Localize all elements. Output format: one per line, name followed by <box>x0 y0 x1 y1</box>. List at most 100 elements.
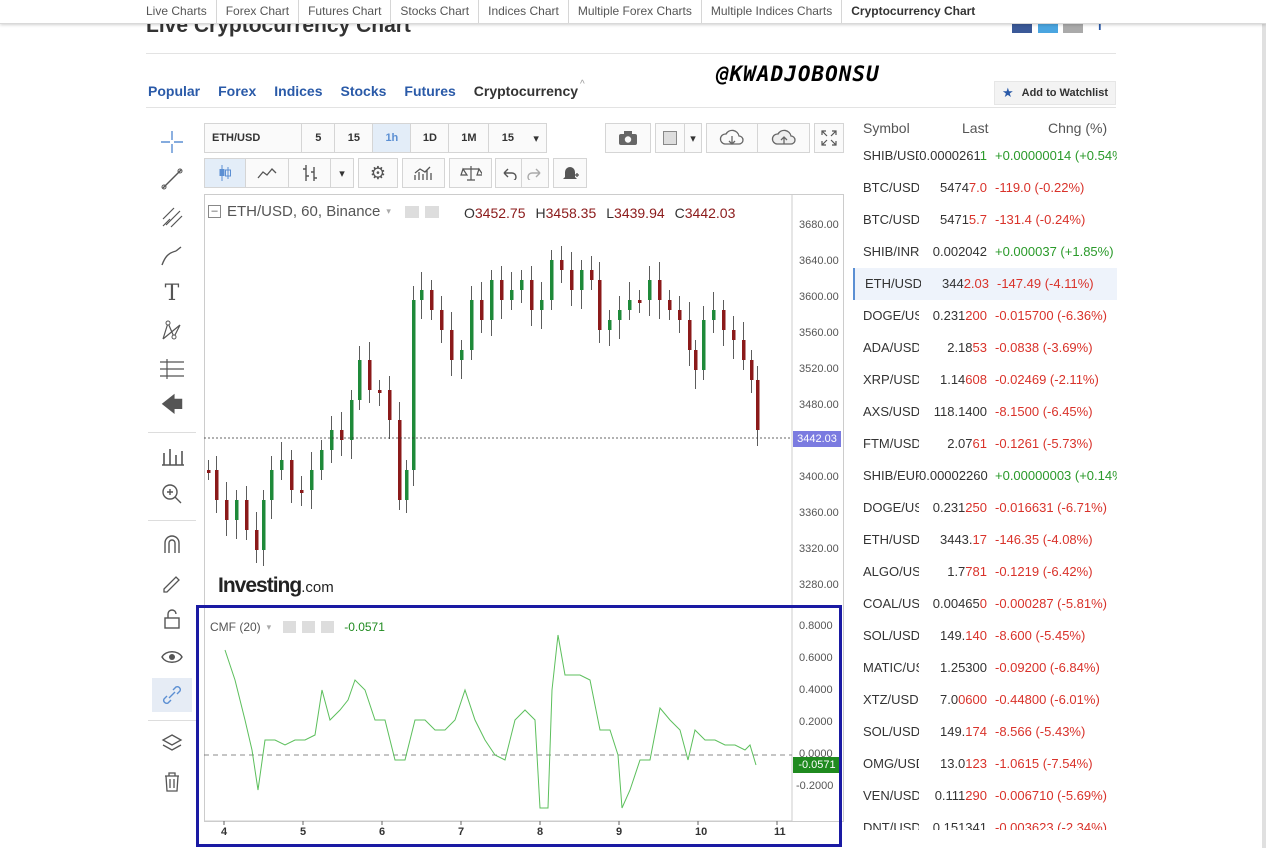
quote-row[interactable]: SHIB/USD 0.00002611 +0.00000014 (+0.54%) <box>853 140 1117 172</box>
candle-body <box>750 360 754 380</box>
quote-last-change-digits: 17 <box>972 532 987 547</box>
candle-body <box>255 530 259 550</box>
quote-change: -0.006710 (-5.69%) <box>995 788 1108 803</box>
quote-row[interactable]: ALGO/USD1.7781-0.1219 (-6.42%) <box>853 556 1117 588</box>
quote-last-main: 13.0 <box>939 756 966 771</box>
candle-body <box>225 500 229 520</box>
quote-last-change-digits: 200 <box>965 308 987 323</box>
quote-row[interactable]: SOL/USD 149.140 -8.600 (-5.45%) <box>853 620 1117 652</box>
candle-body <box>310 470 314 490</box>
close-label: C <box>674 205 685 221</box>
candle-body <box>608 320 612 330</box>
quote-last: 54715.7 <box>919 212 987 227</box>
legend-settings-icon[interactable] <box>424 205 439 218</box>
top-nav-link[interactable]: Cryptocurrency Chart <box>842 0 984 23</box>
candle-body <box>300 490 304 493</box>
candle-body <box>405 470 409 500</box>
low-label: L <box>606 205 615 221</box>
candle-body <box>262 500 266 550</box>
quote-symbol: OMG/USD <box>863 756 919 771</box>
quote-row[interactable]: ADA/USD 2.1853 -0.0838 (-3.69%) <box>853 332 1117 364</box>
quote-row[interactable]: ETH/USD 3443.17 -146.35 (-4.08%) <box>853 524 1117 556</box>
candle-body <box>320 450 324 470</box>
quote-last: 0.002042 <box>919 244 987 259</box>
top-nav-link[interactable]: Multiple Forex Charts <box>569 0 702 23</box>
legend-chevron-down-icon[interactable]: ▾ <box>386 206 391 217</box>
quote-row[interactable]: SHIB/INR 0.002042 +0.000037 (+1.85%) <box>853 236 1117 268</box>
quote-last-main: 2.07 <box>947 436 973 451</box>
quote-change: +0.000037 (+1.85%) <box>995 244 1114 259</box>
quote-row[interactable]: BTC/USD 54747.0 -119.0 (-0.22%) <box>853 172 1117 204</box>
quote-symbol: ADA/USD <box>863 340 919 355</box>
quote-row[interactable]: SHIB/EUR 0.00002260 +0.00000003 (+0.14%) <box>853 460 1117 492</box>
price-axis-label: 3560.00 <box>799 327 839 339</box>
quote-row[interactable]: OMG/USD 13.0123 -1.0615 (-7.54%) <box>853 748 1117 780</box>
quote-row[interactable]: VEN/USD 0.111290 -0.006710 (-5.69%) <box>853 780 1117 812</box>
quote-symbol: SHIB/EUR <box>863 468 919 483</box>
quote-row[interactable]: DOGE/USD0.231250-0.016631 (-6.71%) <box>853 492 1117 524</box>
quote-symbol: SHIB/USD <box>863 148 919 163</box>
quote-last-main: 1.14 <box>939 372 966 387</box>
quote-last-main: 149. <box>939 628 966 643</box>
candle-body <box>430 290 434 310</box>
quote-row[interactable]: SOL/USD 149.174 -8.566 (-5.43%) <box>853 716 1117 748</box>
quote-change: -119.0 (-0.22%) <box>995 180 1085 195</box>
quote-last: 0.00002611 <box>919 148 987 163</box>
quote-change: -0.015700 (-6.36%) <box>995 308 1108 323</box>
candle-body <box>560 260 564 270</box>
top-nav-link[interactable]: Stocks Chart <box>391 0 480 23</box>
candle-body <box>388 390 392 420</box>
quote-symbol: DOGE/USD <box>863 308 919 323</box>
quote-last-main: 0.151341 <box>932 820 987 830</box>
candle-body <box>648 280 652 300</box>
quote-symbol: COAL/USD <box>863 596 919 611</box>
price-axis-label: 3360.00 <box>799 507 839 519</box>
candle-body <box>520 280 524 290</box>
quote-symbol: XTZ/USD <box>863 692 919 707</box>
candle-body <box>398 420 402 500</box>
quote-row[interactable]: BTC/USD 54715.7 -131.4 (-0.24%) <box>853 204 1117 236</box>
quote-row[interactable]: MATIC/USD 1.25300 -0.09200 (-6.84%) <box>853 652 1117 684</box>
quote-last: 13.0123 <box>919 756 987 771</box>
top-nav-link[interactable]: Forex Chart <box>217 0 300 23</box>
quote-row[interactable]: XTZ/USD 7.00600 -0.44800 (-6.01%) <box>853 684 1117 716</box>
quote-last: 0.231250 <box>919 500 987 515</box>
quote-row[interactable]: AXS/USD 118.1400 -8.1500 (-6.45%) <box>853 396 1117 428</box>
quote-last: 0.00002260 <box>919 468 988 483</box>
quote-row[interactable]: COAL/USD0.004650-0.000287 (-5.81%) <box>853 588 1117 620</box>
quote-last-change-digits: 0600 <box>958 692 987 707</box>
quote-last-change-digits: 781 <box>965 564 987 579</box>
quote-symbol: FTM/USD <box>863 436 919 451</box>
quote-change: -8.1500 (-6.45%) <box>995 404 1093 419</box>
open-label: O <box>464 205 475 221</box>
quote-change: -147.49 (-4.11%) <box>997 276 1094 291</box>
collapse-legend-icon[interactable]: – <box>208 205 221 218</box>
quote-last: 1.25300 <box>919 660 987 675</box>
candle-body <box>412 300 416 470</box>
quote-symbol: DOGE/USD <box>863 500 919 515</box>
legend-eye-icon[interactable] <box>404 205 419 218</box>
candle-body <box>207 470 211 473</box>
top-nav-link[interactable]: Multiple Indices Charts <box>702 0 843 23</box>
quote-change: -131.4 (-0.24%) <box>995 212 1086 227</box>
quote-last-main: 5474 <box>940 180 969 195</box>
candle-body <box>658 280 662 300</box>
top-nav-link[interactable]: Indices Chart <box>479 0 569 23</box>
quote-row[interactable]: FTM/USD 2.0761 -0.1261 (-5.73%) <box>853 428 1117 460</box>
high-label: H <box>535 205 546 221</box>
quote-symbol: VEN/USD <box>863 788 919 803</box>
candle-body <box>280 460 284 470</box>
quote-symbol: SOL/USD <box>863 628 919 643</box>
quote-last-main: 149. <box>939 724 966 739</box>
candle-body <box>668 300 672 310</box>
quote-row[interactable]: DOGE/USD0.231200-0.015700 (-6.36%) <box>853 300 1117 332</box>
quote-row[interactable]: DNT/USD 0.151341 -0.003623 (-2.34%) <box>853 812 1117 830</box>
top-nav-link[interactable]: Live Charts <box>137 0 217 23</box>
candle-body <box>638 300 642 303</box>
quote-symbol: BTC/USD <box>863 212 919 227</box>
quote-row[interactable]: XRP/USD 1.14608 -0.02469 (-2.11%) <box>853 364 1117 396</box>
high-value: 3458.35 <box>545 205 597 221</box>
quote-last-main: 1.7 <box>947 564 966 579</box>
top-nav-link[interactable]: Futures Chart <box>299 0 392 23</box>
quote-row[interactable]: ETH/USD 3442.03 -147.49 (-4.11%) <box>853 268 1117 300</box>
